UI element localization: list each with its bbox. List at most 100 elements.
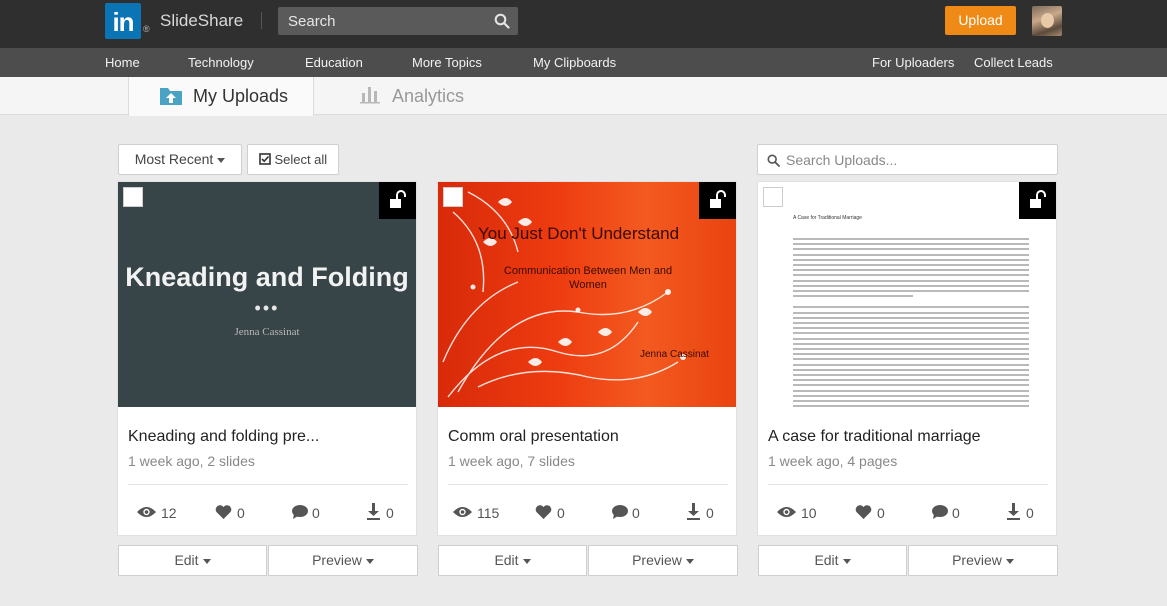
privacy-toggle[interactable] — [699, 182, 736, 219]
nav-home[interactable]: Home — [105, 48, 140, 77]
comment-icon — [932, 505, 948, 519]
tab-label: My Uploads — [193, 86, 289, 106]
card-title[interactable]: Comm oral presentation — [448, 428, 619, 446]
slide-thumbnail[interactable]: You Just Don't Understand Communication … — [438, 182, 736, 407]
tab-my-uploads[interactable]: My Uploads — [128, 77, 314, 116]
comments-count: 0 — [632, 505, 640, 521]
preview-button[interactable]: Preview — [908, 545, 1058, 576]
likes-count: 0 — [557, 505, 565, 521]
upload-card: A Case for Traditional Marriage A case f… — [757, 181, 1057, 536]
search-icon[interactable] — [494, 13, 510, 29]
document-text-line — [793, 290, 1029, 292]
document-text-line — [793, 384, 1029, 387]
edit-label: Edit — [814, 552, 839, 568]
document-text-line — [793, 243, 1029, 246]
search-icon — [767, 154, 780, 167]
eye-icon — [137, 507, 156, 517]
document-text-line — [793, 279, 1029, 282]
document-text-line — [793, 363, 1029, 366]
select-checkbox[interactable] — [763, 187, 783, 207]
edit-button[interactable]: Edit — [438, 545, 587, 576]
download-icon — [1007, 503, 1020, 520]
heart-icon — [855, 505, 872, 519]
nav-education[interactable]: Education — [305, 48, 363, 77]
card-title[interactable]: Kneading and folding pre... — [128, 428, 319, 446]
slide-thumbnail[interactable]: Kneading and Folding ••• Jenna Cassinat — [118, 182, 416, 407]
document-text-line — [793, 311, 1029, 314]
edit-button[interactable]: Edit — [118, 545, 267, 576]
card-meta: 1 week ago, 4 pages — [768, 453, 898, 469]
chevron-down-icon — [522, 558, 531, 564]
chevron-down-icon — [365, 558, 374, 564]
sort-dropdown[interactable]: Most Recent — [118, 144, 242, 175]
unlock-icon — [710, 190, 726, 208]
divider — [448, 484, 728, 485]
document-text-line — [793, 284, 1029, 287]
document-text-line — [793, 342, 1029, 345]
document-text-line — [793, 332, 1029, 335]
document-text-line — [793, 353, 1029, 356]
tab-bar: My Uploads Analytics — [0, 77, 1167, 116]
upload-button[interactable]: Upload — [945, 6, 1016, 35]
document-text-line — [793, 295, 913, 298]
unlock-icon — [390, 190, 406, 208]
nav-for-uploaders[interactable]: For Uploaders — [872, 48, 954, 77]
preview-button[interactable]: Preview — [268, 545, 418, 576]
preview-label: Preview — [312, 552, 362, 568]
document-text-line — [793, 306, 1029, 309]
select-checkbox[interactable] — [443, 187, 463, 207]
brand-name[interactable]: SlideShare — [160, 11, 243, 31]
document-text-line — [793, 394, 1029, 397]
downloads-count: 0 — [386, 505, 394, 521]
nav-my-clipboards[interactable]: My Clipboards — [533, 48, 616, 77]
checkbox-checked-icon — [259, 153, 271, 165]
preview-button[interactable]: Preview — [588, 545, 738, 576]
select-checkbox[interactable] — [123, 187, 143, 207]
nav-more-topics[interactable]: More Topics — [412, 48, 482, 77]
select-all-button[interactable]: Select all — [247, 144, 339, 175]
avatar[interactable] — [1032, 6, 1062, 36]
select-all-label: Select all — [274, 152, 328, 167]
global-search — [278, 7, 518, 35]
upload-card: Kneading and Folding ••• Jenna Cassinat … — [117, 181, 417, 536]
nav-technology[interactable]: Technology — [188, 48, 254, 77]
card-title[interactable]: A case for traditional marriage — [768, 428, 981, 446]
download-icon — [687, 503, 700, 520]
preview-label: Preview — [952, 552, 1002, 568]
top-header: in ® SlideShare Upload — [0, 0, 1167, 48]
document-text-line — [793, 379, 1029, 382]
search-input[interactable] — [278, 7, 483, 35]
thumb-author: Jenna Cassinat — [640, 349, 709, 360]
comments-count: 0 — [952, 505, 960, 521]
document-text-line — [793, 248, 1029, 251]
edit-label: Edit — [174, 552, 199, 568]
privacy-toggle[interactable] — [1019, 182, 1056, 219]
search-uploads-input[interactable] — [786, 145, 1051, 174]
comment-icon — [612, 505, 628, 519]
document-text-line — [793, 374, 1029, 376]
eye-icon — [453, 507, 472, 517]
nav-collect-leads[interactable]: Collect Leads — [974, 48, 1053, 77]
downloads-count: 0 — [1026, 505, 1034, 521]
document-thumbnail[interactable]: A Case for Traditional Marriage — [758, 182, 1056, 407]
edit-button[interactable]: Edit — [758, 545, 907, 576]
downloads-count: 0 — [706, 505, 714, 521]
thumb-title: Kneading and Folding — [125, 262, 409, 292]
tab-analytics[interactable]: Analytics — [314, 77, 494, 115]
floral-decoration — [442, 191, 686, 398]
bar-chart-icon — [360, 87, 380, 104]
comment-icon — [292, 505, 308, 519]
privacy-toggle[interactable] — [379, 182, 416, 219]
document-text-line — [793, 358, 1029, 361]
eye-icon — [777, 507, 796, 517]
document-text-line — [793, 269, 1029, 272]
folder-upload-icon — [160, 88, 182, 105]
comments-count: 0 — [312, 505, 320, 521]
views-count: 10 — [801, 505, 817, 521]
card-meta: 1 week ago, 7 slides — [448, 453, 575, 469]
document-text-line — [793, 238, 1029, 240]
download-icon — [367, 503, 380, 520]
thumb-subtitle: Communication Between Men and Women — [503, 265, 673, 291]
linkedin-logo[interactable]: in — [105, 3, 141, 39]
document-text-line — [793, 389, 1029, 392]
